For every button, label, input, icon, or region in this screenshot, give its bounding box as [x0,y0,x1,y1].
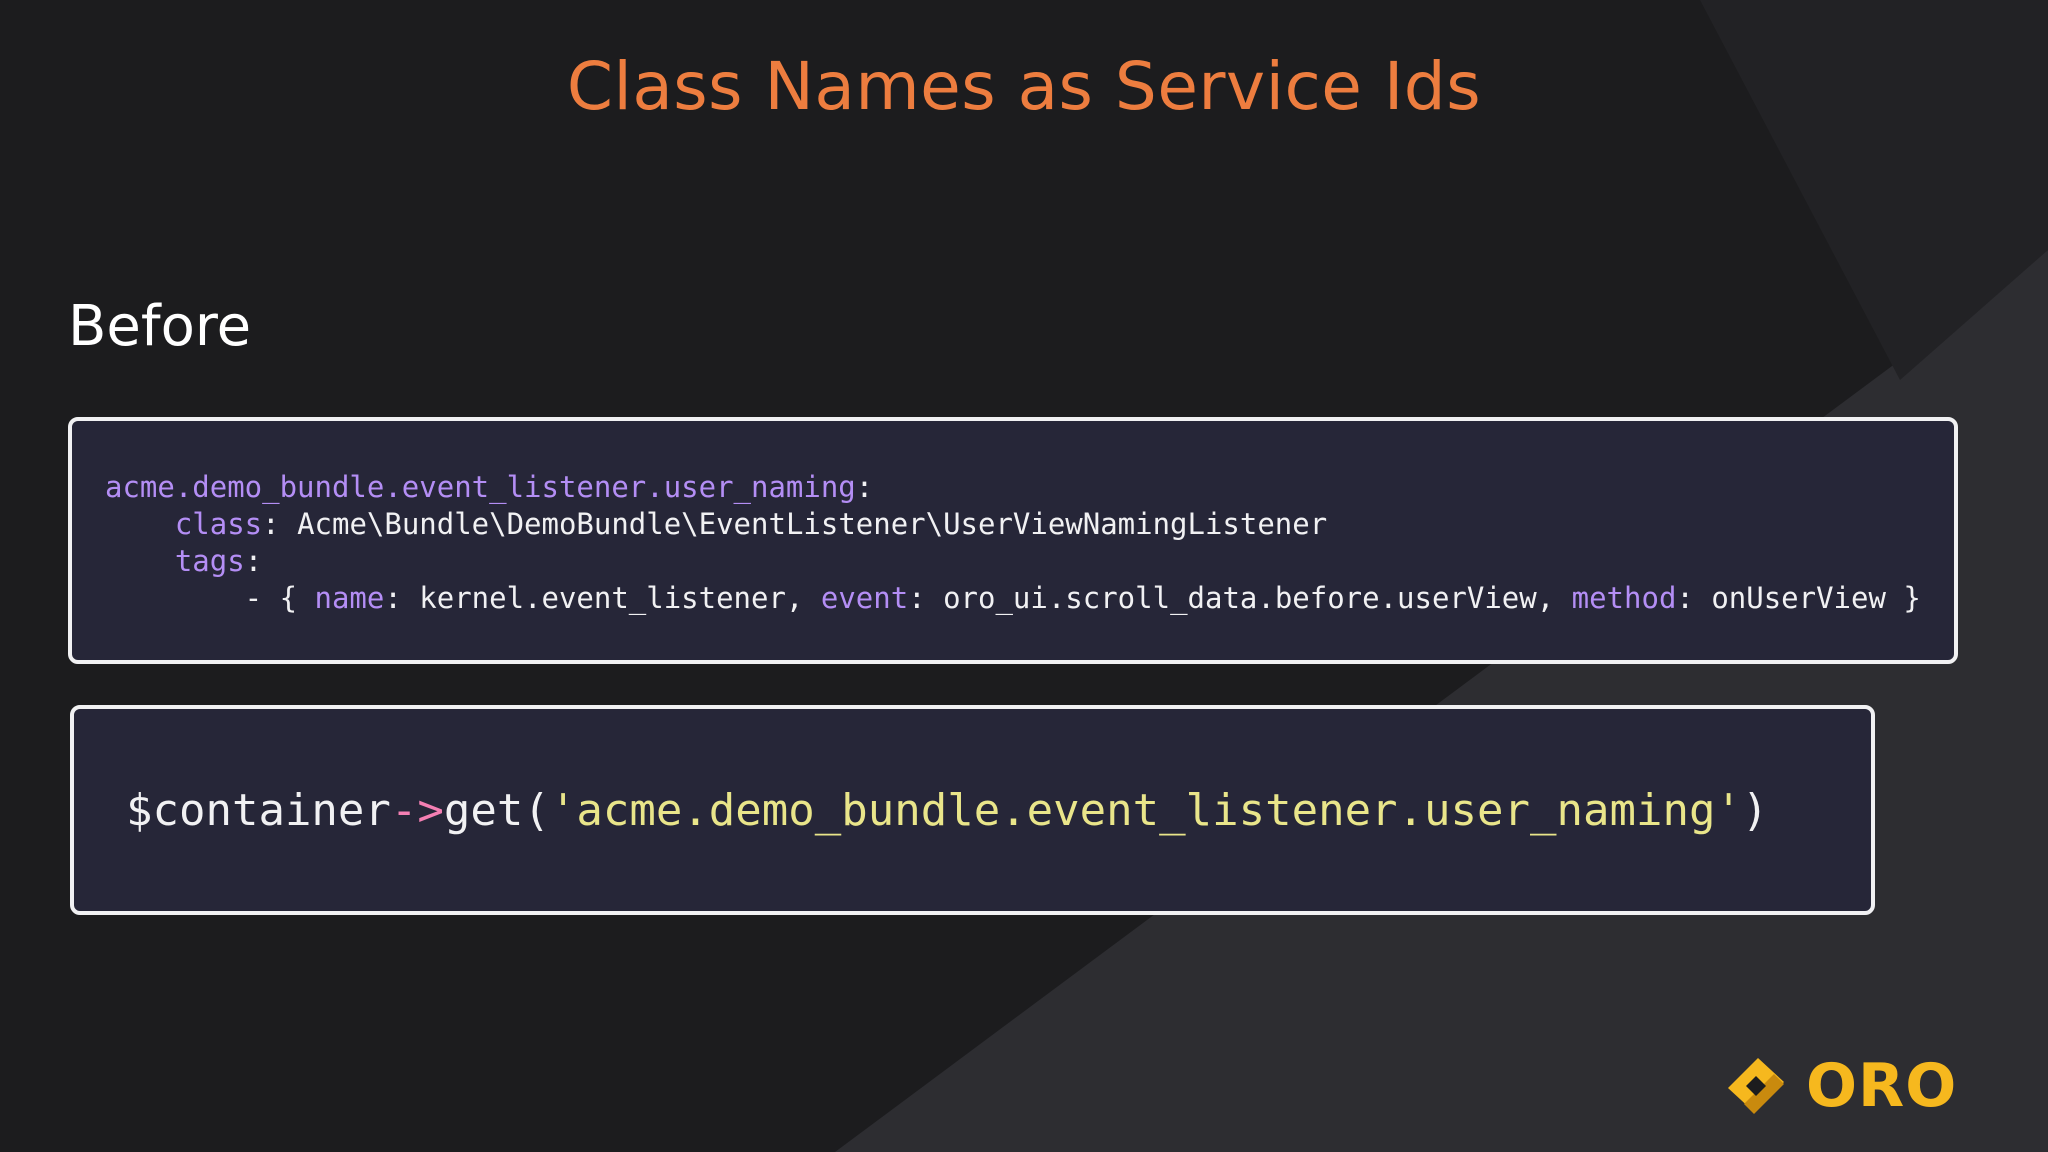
slide-title: Class Names as Service Ids [566,48,1482,125]
php-variable: $container [126,784,391,836]
yaml-key-name: name [314,581,385,615]
yaml-key-event: event [820,581,909,615]
yaml-code-block: acme.demo_bundle.event_listener.user_nam… [68,417,1958,664]
colon: : [855,470,874,504]
oro-logo-text: ORO [1806,1051,1958,1121]
yaml-event-value: : oro_ui.scroll_data.before.userView, [908,581,1572,615]
php-arrow-operator: -> [390,784,444,836]
yaml-name-value: : kernel.event_listener, [384,581,821,615]
yaml-service-id: acme.demo_bundle.event_listener.user_nam… [105,470,856,504]
yaml-method-value: : onUserView } [1676,581,1921,615]
code-line: class: Acme\Bundle\DemoBundle\EventListe… [105,506,1954,543]
yaml-key-method: method [1571,581,1677,615]
code-line: $container->get('acme.demo_bundle.event_… [126,785,1768,836]
yaml-key-tags: tags [174,544,245,578]
yaml-key-class: class [174,507,263,541]
php-close-paren: ) [1741,784,1769,836]
section-heading: Before [68,294,252,359]
php-code-block: $container->get('acme.demo_bundle.event_… [70,705,1875,915]
code-line: acme.demo_bundle.event_listener.user_nam… [105,469,1954,506]
yaml-tag-prefix: - { [105,581,315,615]
oro-logo-icon [1728,1058,1784,1114]
code-line: tags: [105,543,1954,580]
yaml-class-value: : Acme\Bundle\DemoBundle\EventListener\U… [262,507,1328,541]
code-line: - { name: kernel.event_listener, event: … [105,580,1954,617]
php-method-call: get( [443,784,550,836]
php-string-literal: 'acme.demo_bundle.event_listener.user_na… [549,784,1742,836]
colon: : [244,544,263,578]
oro-logo: ORO [1720,1050,1957,1122]
